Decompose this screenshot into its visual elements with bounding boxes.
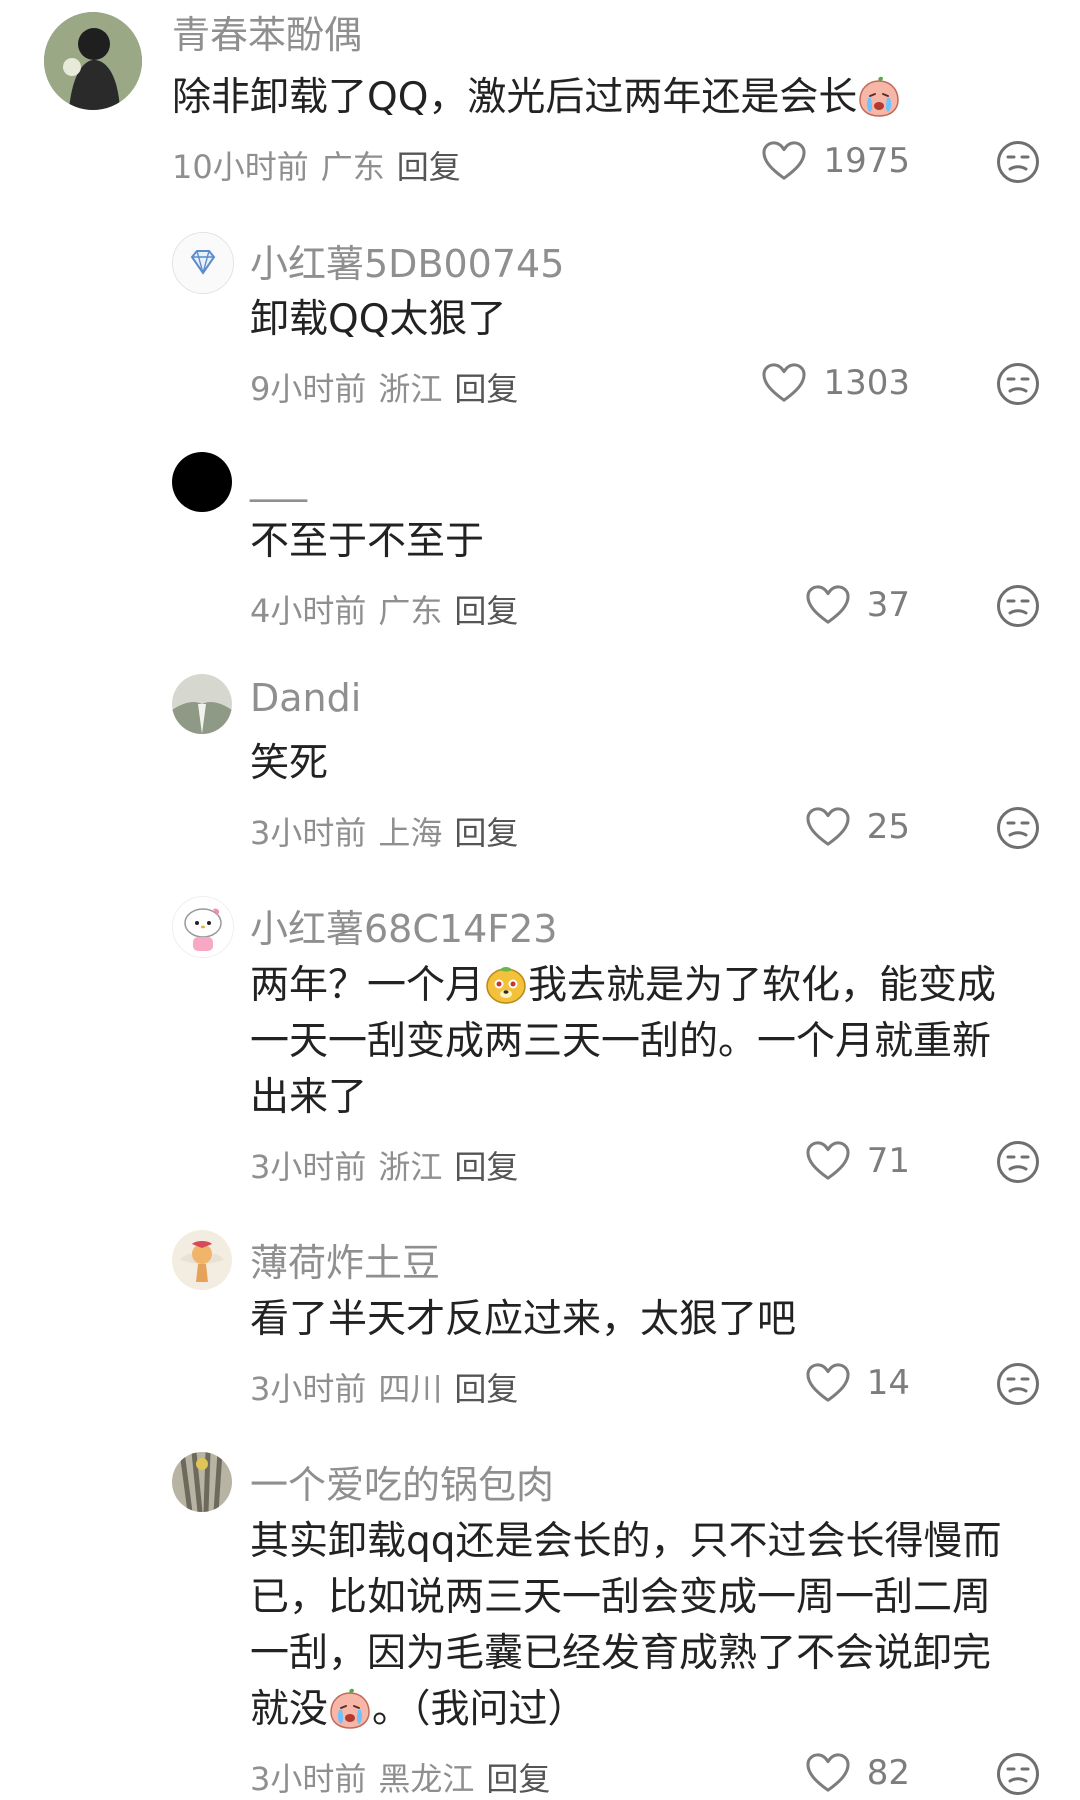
comment-meta: 3小时前 黑龙江 回复 (250, 1754, 562, 1800)
avatar[interactable] (44, 12, 142, 110)
comment-text: 卸载QQ太狠了 (250, 297, 507, 342)
comment-text: 两年？一个月 我去就是为了软化，能变成一天一刮变成两三天一刮的。一个月就重新出来了 (250, 958, 1020, 1126)
diamond-icon (173, 233, 233, 293)
comment-time: 9小时前 (250, 370, 367, 408)
comment-username[interactable]: ___ (250, 458, 307, 502)
comment-text-part: 。（我问过） (372, 1687, 587, 1732)
unimpressed-face-icon (996, 362, 1040, 406)
comment-meta: 4小时前 广东 回复 (250, 586, 530, 632)
reply-button[interactable]: 回复 (397, 148, 461, 186)
like-button[interactable]: 37 (805, 584, 910, 626)
comment-location: 浙江 (378, 370, 443, 408)
heart-outline-icon (761, 140, 807, 182)
heart-outline-icon (805, 1752, 851, 1794)
comment-meta: 9小时前 浙江 回复 (250, 364, 530, 410)
like-count: 25 (866, 807, 910, 847)
avatar[interactable] (172, 452, 232, 512)
crying-face-emoji (857, 74, 901, 118)
comment-location: 浙江 (378, 1148, 443, 1186)
unimpressed-face-icon (996, 1362, 1040, 1406)
comment-username[interactable]: 小红薯5DB00745 (250, 233, 564, 288)
comment-meta: 10小时前 广东 回复 (172, 142, 473, 188)
reply-button[interactable]: 回复 (486, 1760, 550, 1798)
avatar[interactable] (172, 232, 234, 294)
dislike-button[interactable] (996, 1140, 1040, 1184)
like-count: 71 (866, 1141, 910, 1181)
comment-text: 其实卸载qq还是会长的，只不过会长得慢而已，比如说两三天一刮会变成一周一刮二周一… (250, 1514, 1020, 1738)
comment-username[interactable]: 薄荷炸土豆 (250, 1232, 440, 1287)
reply-button[interactable]: 回复 (454, 370, 518, 408)
reply-button[interactable]: 回复 (454, 592, 518, 630)
reply-button[interactable]: 回复 (454, 1148, 518, 1186)
comment-time: 4小时前 (250, 592, 367, 630)
comment-location: 广东 (378, 592, 443, 630)
comment-meta: 3小时前 四川 回复 (250, 1364, 530, 1410)
heart-outline-icon (761, 362, 807, 404)
dislike-button[interactable] (996, 584, 1040, 628)
heart-outline-icon (805, 806, 851, 848)
comment-username[interactable]: 一个爱吃的锅包肉 (250, 1454, 554, 1509)
like-count: 1975 (823, 141, 910, 181)
comment-location: 黑龙江 (378, 1760, 475, 1798)
like-count: 1303 (823, 363, 910, 403)
comment-time: 3小时前 (250, 1760, 367, 1798)
comment-time: 10小时前 (172, 148, 309, 186)
crying-face-emoji (328, 1686, 372, 1730)
unimpressed-face-icon (996, 140, 1040, 184)
comment-text-part: 两年？一个月 (250, 963, 485, 1008)
comment-text-part: 除非卸载了QQ，激光后过两年还是会长 (172, 75, 858, 120)
like-button[interactable]: 71 (805, 1140, 910, 1182)
comment-location: 四川 (378, 1370, 443, 1408)
like-count: 37 (866, 585, 910, 625)
comment-username[interactable]: Dandi (250, 676, 361, 720)
avatar[interactable] (172, 1230, 232, 1290)
like-button[interactable]: 1975 (761, 140, 910, 182)
reply-button[interactable]: 回复 (454, 1370, 518, 1408)
comment-text: 看了半天才反应过来，太狠了吧 (250, 1297, 797, 1342)
comment-time: 3小时前 (250, 814, 367, 852)
dislike-button[interactable] (996, 806, 1040, 850)
unimpressed-face-icon (996, 1752, 1040, 1796)
avatar[interactable] (172, 896, 234, 958)
comment-location: 上海 (378, 814, 443, 852)
comment-text: 不至于不至于 (250, 519, 485, 564)
dislike-button[interactable] (996, 362, 1040, 406)
like-button[interactable]: 82 (805, 1752, 910, 1794)
unimpressed-face-icon (996, 1140, 1040, 1184)
like-count: 14 (866, 1363, 910, 1403)
comment-time: 3小时前 (250, 1148, 367, 1186)
comment-text: 除非卸载了QQ，激光后过两年还是会长 (172, 70, 1032, 126)
doge-emoji (484, 962, 528, 1006)
unimpressed-face-icon (996, 806, 1040, 850)
heart-outline-icon (805, 1362, 851, 1404)
comment-meta: 3小时前 浙江 回复 (250, 1142, 530, 1188)
heart-outline-icon (805, 1140, 851, 1182)
comment-username[interactable]: 青春苯酚偶 (172, 4, 362, 59)
dislike-button[interactable] (996, 1752, 1040, 1796)
comment-location: 广东 (320, 148, 385, 186)
like-count: 82 (866, 1753, 910, 1793)
dislike-button[interactable] (996, 140, 1040, 184)
comment-username[interactable]: 小红薯68C14F23 (250, 898, 557, 953)
like-button[interactable]: 25 (805, 806, 910, 848)
avatar[interactable] (172, 1452, 232, 1512)
comment-text: 笑死 (250, 741, 329, 786)
reply-button[interactable]: 回复 (454, 814, 518, 852)
unimpressed-face-icon (996, 584, 1040, 628)
heart-outline-icon (805, 584, 851, 626)
like-button[interactable]: 1303 (761, 362, 910, 404)
comment-time: 3小时前 (250, 1370, 367, 1408)
like-button[interactable]: 14 (805, 1362, 910, 1404)
dislike-button[interactable] (996, 1362, 1040, 1406)
avatar[interactable] (172, 674, 232, 734)
comment-meta: 3小时前 上海 回复 (250, 808, 530, 854)
